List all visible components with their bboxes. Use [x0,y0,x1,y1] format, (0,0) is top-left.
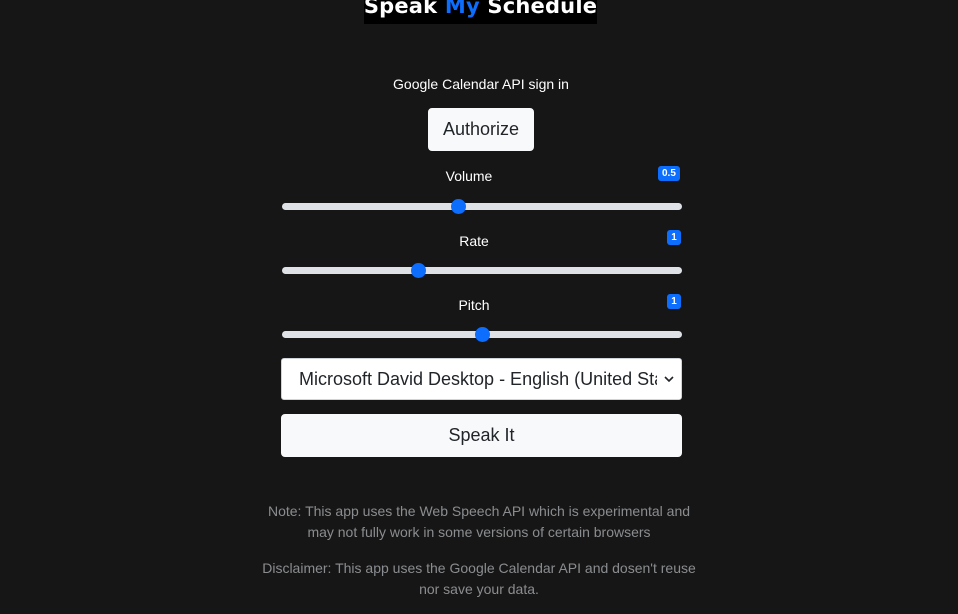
pitch-value-badge: 1 [667,294,681,309]
google-signin-label: Google Calendar API sign in [393,76,569,92]
volume-value-badge: 0.5 [658,166,680,181]
chevron-down-icon[interactable] [657,359,681,399]
speak-it-button[interactable]: Speak It [281,414,682,457]
app-logo: Speak My Schedule [364,0,597,24]
privacy-disclaimer: Disclaimer: This app uses the Google Cal… [262,560,696,597]
voice-select-value: Microsoft David Desktop - English (Unite… [299,368,671,389]
logo-text-speak: Speak [363,0,445,18]
volume-label: Volume [445,168,493,184]
rate-label: Rate [459,233,489,249]
app-page: Speak My Schedule Google Calendar API si… [0,0,958,614]
pitch-slider[interactable] [282,327,682,342]
web-speech-note: Note: This app uses the Web Speech API w… [267,503,691,540]
pitch-label: Pitch [458,297,490,313]
rate-slider[interactable] [282,263,682,278]
rate-slider-thumb[interactable] [411,263,426,278]
volume-slider-thumb[interactable] [451,199,466,214]
rate-value-badge: 1 [667,230,681,245]
logo-text-my: My [444,0,480,18]
pitch-slider-thumb[interactable] [475,327,490,342]
voice-select[interactable]: Microsoft David Desktop - English (Unite… [281,358,682,400]
authorize-button[interactable]: Authorize [428,108,534,151]
volume-slider[interactable] [282,199,682,214]
logo-text-schedule: Schedule [479,0,598,18]
